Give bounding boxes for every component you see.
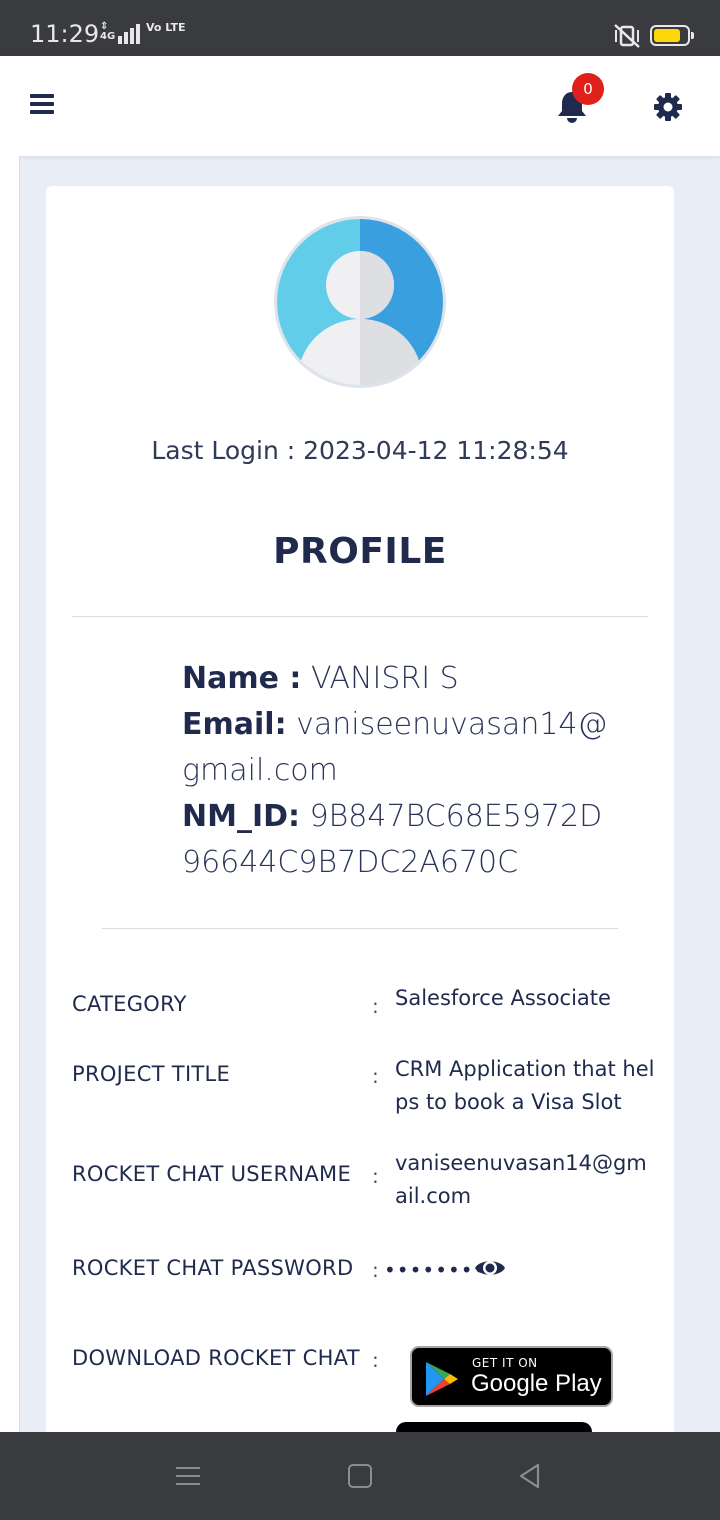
last-login-label: Last Login : [151,436,296,465]
battery-icon [650,25,694,46]
divider [102,928,618,929]
email-label: Email: [182,707,287,742]
name-label: Name : [182,661,302,696]
side-drawer-edge [0,156,20,1432]
google-play-icon [426,1362,458,1396]
hamburger-icon[interactable] [30,94,54,114]
status-bar: 11:29 ⇕ 4G Vo LTE [0,0,720,56]
project-title-label: PROJECT TITLE [72,1062,231,1086]
page-title: PROFILE [273,531,447,572]
google-play-button[interactable]: GET IT ON Google Play [410,1346,613,1407]
status-time: 11:29 [30,20,100,48]
download-rocket-chat-label: DOWNLOAD ROCKET CHAT [72,1346,360,1370]
home-icon[interactable] [348,1464,372,1488]
network-type: ⇕ 4G [100,21,116,42]
last-login-value: 2023-04-12 11:28:54 [303,436,569,465]
colon: : [372,1258,379,1282]
back-icon[interactable] [516,1462,544,1490]
google-play-small-text: GET IT ON [472,1356,538,1370]
profile-card: Last Login : 2023-04-12 11:28:54 PROFILE… [46,186,674,1486]
rocket-chat-username-value: vaniseenuvasan14@gmail.com [395,1151,647,1208]
volte-indicator: Vo LTE [146,21,186,34]
colon: : [372,1348,379,1372]
name-value: VANISRI S [310,661,459,696]
rocket-chat-username-label: ROCKET CHAT USERNAME [72,1162,352,1186]
profile-info: Name : VANISRI S Email: vaniseenuvasan14… [182,656,612,886]
rocket-chat-password-label: ROCKET CHAT PASSWORD [72,1256,354,1280]
google-play-big-text: Google Play [471,1370,602,1397]
signal-icon [118,24,140,44]
divider [72,616,648,617]
eye-icon[interactable] [474,1256,506,1280]
recent-apps-icon[interactable] [176,1464,200,1488]
colon: : [372,1064,379,1088]
top-app-bar: 0 [0,56,720,156]
nm-id-label: NM_ID: [182,799,301,834]
system-nav-bar [0,1432,720,1520]
vibrate-off-icon [614,24,640,48]
user-avatar-icon [274,216,446,388]
colon: : [372,1164,379,1188]
category-value: Salesforce Associate [395,986,611,1010]
notification-badge: 0 [572,73,604,105]
category-label: CATEGORY [72,992,187,1016]
gear-icon[interactable] [654,93,682,121]
project-title-value: CRM Application that helps to book a Vis… [395,1057,655,1114]
colon: : [372,994,379,1018]
last-login: Last Login : 2023-04-12 11:28:54 [46,436,674,465]
